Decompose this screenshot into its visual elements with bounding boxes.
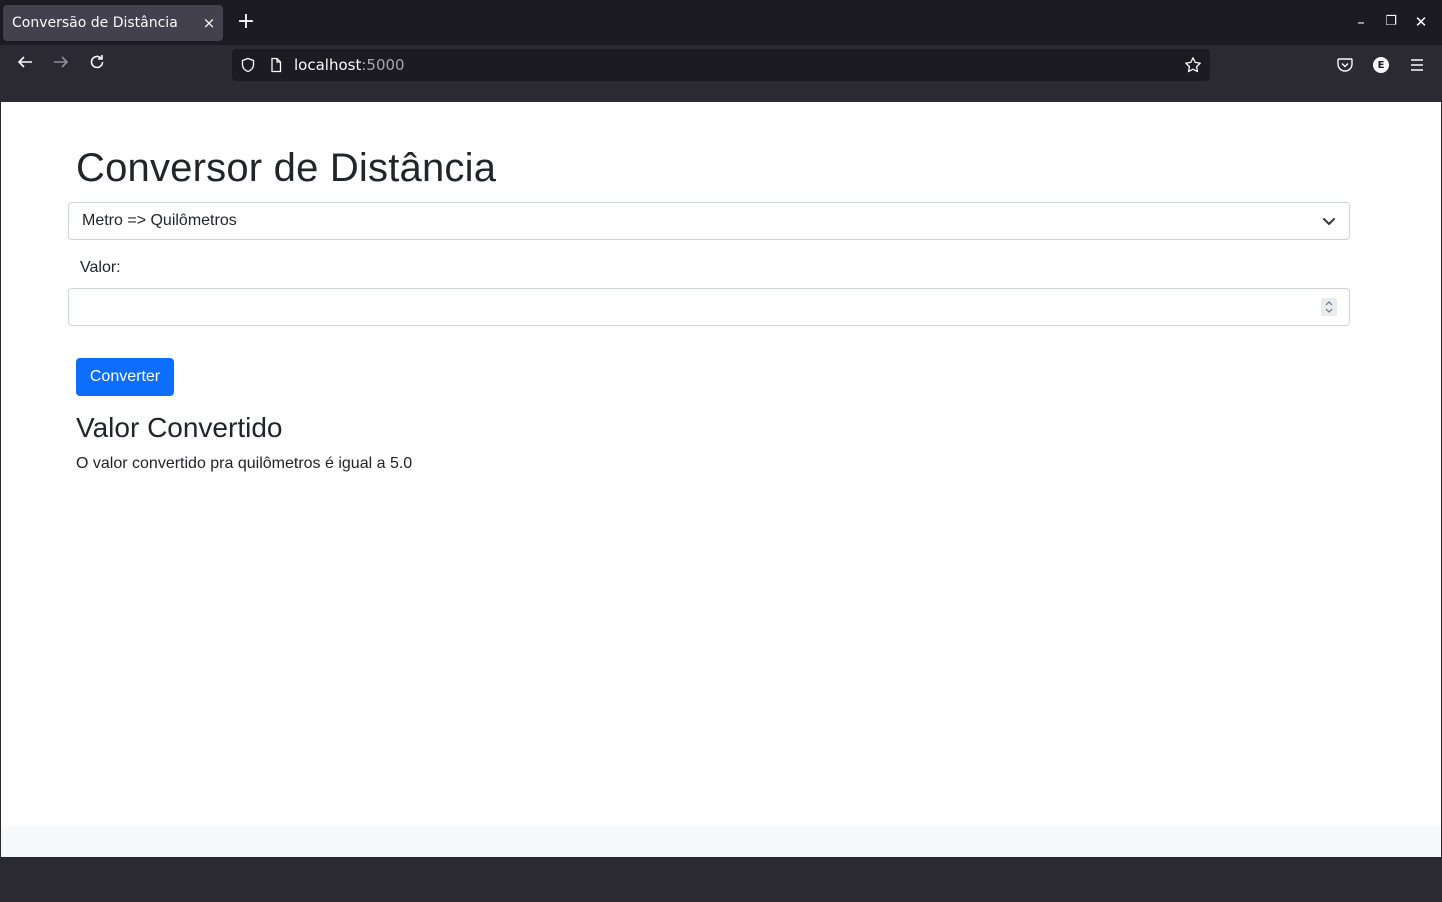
conversion-select[interactable]: Metro => Quilômetros (68, 202, 1350, 240)
url-port: :5000 (361, 56, 405, 74)
forward-arrow-icon (54, 56, 69, 68)
close-window-icon[interactable]: ✕ (1409, 10, 1433, 34)
shield-icon[interactable] (238, 55, 258, 75)
account-avatar-initial: E (1373, 57, 1389, 73)
spinner-arrows-icon (1325, 301, 1333, 313)
tab-strip: Conversão de Distância × + – ❐ ✕ (0, 0, 1442, 45)
tab-close-icon[interactable]: × (195, 14, 223, 32)
page-icon[interactable] (266, 55, 286, 75)
tab-active[interactable]: Conversão de Distância × (3, 5, 223, 41)
navigation-toolbar: localhost:5000 E (0, 45, 1442, 85)
page-content: Conversor de Distância Metro => Quilômet… (1, 102, 1441, 825)
page-title: Conversor de Distância (76, 146, 497, 190)
result-title: Valor Convertido (76, 412, 283, 443)
conversion-select-value: Metro => Quilômetros (82, 212, 237, 229)
forward-button[interactable] (48, 53, 74, 79)
window-bottom (0, 857, 1442, 902)
back-arrow-icon (17, 56, 32, 68)
reload-icon (90, 55, 104, 69)
toolbar-separator (0, 85, 1442, 102)
page-footer (1, 825, 1441, 857)
account-avatar[interactable]: E (1369, 53, 1393, 77)
value-label: Valor: (80, 259, 121, 276)
url-text[interactable]: localhost:5000 (294, 55, 405, 74)
chevron-down-icon (1323, 218, 1335, 225)
back-button[interactable] (12, 53, 38, 79)
tab-title: Conversão de Distância (12, 15, 178, 31)
number-spinner[interactable] (1321, 298, 1337, 316)
bookmark-star-icon[interactable] (1183, 55, 1203, 75)
convert-button[interactable]: Converter (76, 358, 174, 396)
hamburger-menu-icon[interactable] (1405, 53, 1429, 77)
minimize-icon[interactable]: – (1349, 10, 1373, 34)
url-host: localhost (294, 56, 362, 74)
url-bar[interactable]: localhost:5000 (232, 49, 1210, 81)
restore-icon[interactable]: ❐ (1379, 10, 1403, 34)
value-input[interactable] (68, 288, 1350, 326)
result-text: O valor convertido pra quilômetros é igu… (76, 455, 413, 472)
new-tab-button[interactable]: + (234, 11, 258, 35)
pocket-icon[interactable] (1333, 53, 1357, 77)
reload-button[interactable] (84, 53, 110, 79)
